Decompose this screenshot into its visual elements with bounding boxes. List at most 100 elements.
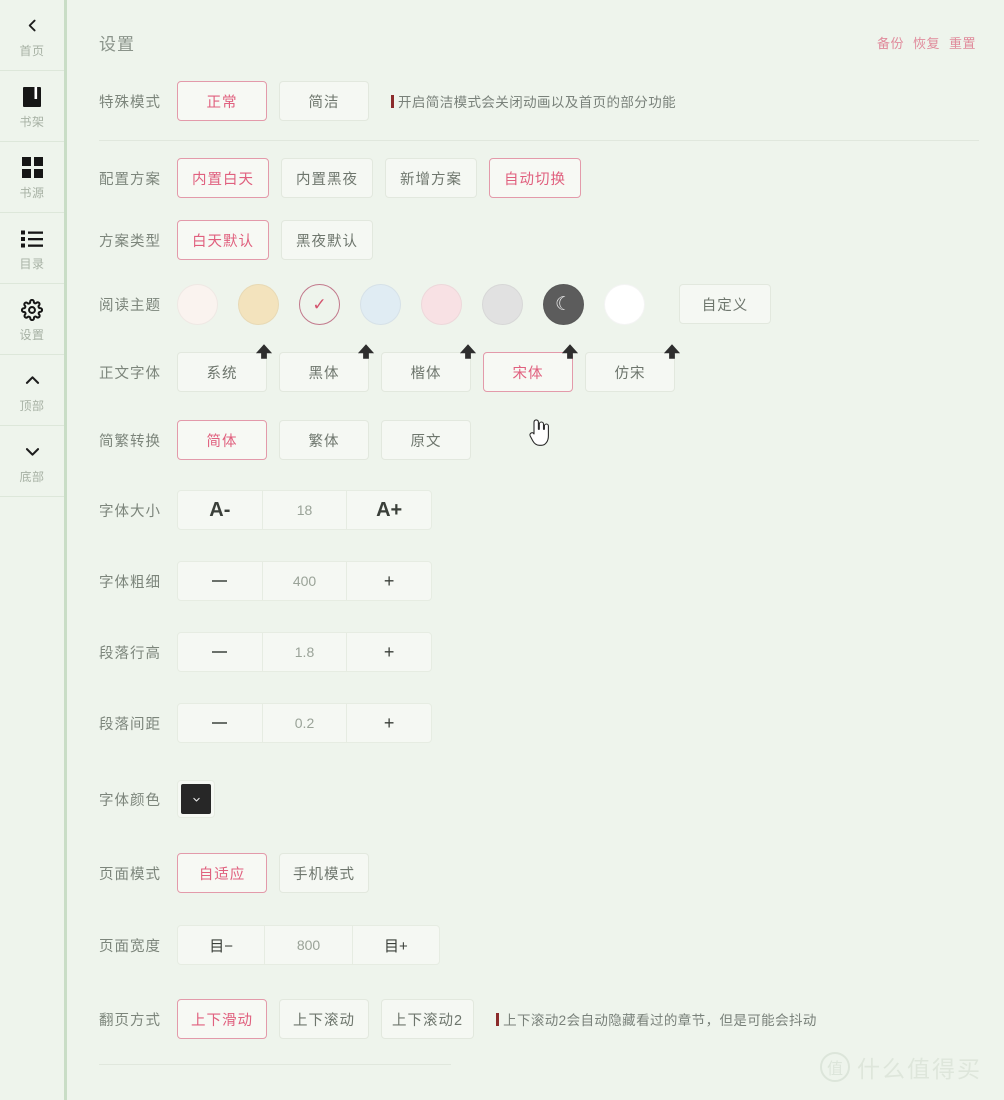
theme-swatch-gray[interactable]	[482, 283, 523, 325]
section-divider	[99, 140, 979, 141]
body-font-songti-button[interactable]: 宋体	[483, 343, 579, 392]
body-font-label: 楷体	[410, 365, 442, 382]
reset-link[interactable]: 重置	[949, 33, 976, 52]
theme-swatch-dark[interactable]: ☾	[543, 283, 584, 325]
font-color-swatch-button[interactable]	[177, 780, 215, 818]
theme-swatch-blue[interactable]	[360, 283, 401, 325]
simp-trad-options: 简体 繁体 原文	[177, 420, 471, 460]
row-para-spacing: 段落间距 0.2 +	[99, 700, 980, 746]
body-font-label: 系统	[206, 365, 238, 382]
font-size-stepper: A- 18 A+	[177, 490, 432, 530]
row-page-turn: 翻页方式 上下滑动 上下滚动 上下滚动2 上下滚动2会自动隐藏看过的章节，但是可…	[99, 996, 980, 1042]
restore-link[interactable]: 恢复	[913, 33, 940, 52]
body-font-options: 系统 黑体 楷体 宋体 仿宋	[177, 343, 681, 392]
row-label: 简繁转换	[99, 433, 161, 450]
backup-link[interactable]: 备份	[877, 33, 904, 52]
page-mode-options: 自适应 手机模式	[177, 853, 369, 893]
scheme-type-day-default-button[interactable]: 白天默认	[177, 220, 269, 260]
sidebar-item-label: 设置	[19, 327, 45, 342]
config-scheme-options: 内置白天 内置黑夜 新增方案 自动切换	[177, 158, 581, 198]
plus-icon[interactable]: +	[347, 562, 431, 600]
para-spacing-stepper: 0.2 +	[177, 703, 432, 743]
theme-swatch-cream[interactable]	[177, 283, 218, 325]
row-body-font: 正文字体 系统 黑体 楷体 宋体 仿宋	[99, 343, 980, 395]
plus-icon[interactable]: +	[347, 704, 431, 742]
theme-swatch-pink[interactable]	[421, 283, 462, 325]
minus-icon[interactable]	[178, 633, 262, 671]
watermark-text: 什么值得买	[857, 1056, 982, 1082]
row-label: 字体大小	[99, 503, 161, 520]
minus-icon[interactable]	[178, 704, 262, 742]
config-scheme-builtin-day-button[interactable]: 内置白天	[177, 158, 269, 198]
body-font-kaiti-button[interactable]: 楷体	[381, 343, 477, 392]
special-mode-normal-button[interactable]: 正常	[177, 81, 267, 121]
sidebar-item-top[interactable]: 顶部	[0, 355, 64, 426]
cloud-upload-icon[interactable]	[458, 341, 478, 361]
font-size-value: 18	[261, 491, 348, 529]
special-mode-simple-button[interactable]: 简洁	[279, 81, 369, 121]
page-mode-adaptive-button[interactable]: 自适应	[177, 853, 267, 893]
page-width-value: 800	[264, 926, 353, 964]
sidebar-item-booksource[interactable]: 书源	[0, 142, 64, 213]
page-header: 设置 备份 恢复 重置	[99, 0, 980, 62]
page-turn-slide-button[interactable]: 上下滑动	[177, 999, 267, 1039]
minus-icon[interactable]	[178, 562, 262, 600]
sidebar-item-label: 目录	[19, 256, 45, 271]
row-label: 字体颜色	[99, 792, 161, 809]
chevron-down-icon	[20, 440, 44, 464]
row-font-weight: 字体粗细 400 +	[99, 558, 980, 604]
cloud-upload-icon[interactable]	[254, 341, 274, 361]
sidebar-item-toc[interactable]: 目录	[0, 213, 64, 284]
page-turn-scroll2-button[interactable]: 上下滚动2	[381, 999, 475, 1039]
bottom-divider	[99, 1064, 451, 1065]
settings-main: 设置 备份 恢复 重置 特殊模式 正常 简洁 开启简洁模式会关闭动画以及首页的部…	[67, 0, 1004, 1100]
config-scheme-builtin-night-button[interactable]: 内置黑夜	[281, 158, 373, 198]
hint-text: 上下滚动2会自动隐藏看过的章节，但是可能会抖动	[503, 1013, 817, 1028]
sidebar-item-home[interactable]: 首页	[0, 0, 64, 71]
simp-trad-original-button[interactable]: 原文	[381, 420, 471, 460]
cloud-upload-icon[interactable]	[662, 341, 682, 361]
width-increase-icon[interactable]: 目+	[353, 926, 439, 964]
font-increase-icon[interactable]: A+	[347, 491, 431, 529]
row-config-scheme: 配置方案 内置白天 内置黑夜 新增方案 自动切换	[99, 155, 980, 201]
row-simp-trad: 简繁转换 简体 繁体 原文	[99, 417, 980, 463]
body-font-system-button[interactable]: 系统	[177, 343, 273, 392]
row-label: 特殊模式	[99, 94, 161, 111]
chevron-down-icon	[192, 797, 200, 802]
width-decrease-icon[interactable]: 目−	[178, 926, 264, 964]
row-label: 段落行高	[99, 645, 161, 662]
font-decrease-icon[interactable]: A-	[178, 491, 262, 529]
theme-swatch-green-selected[interactable]: ✓	[299, 283, 340, 325]
cloud-upload-icon[interactable]	[560, 341, 580, 361]
page-mode-mobile-button[interactable]: 手机模式	[279, 853, 369, 893]
simp-trad-simplified-button[interactable]: 简体	[177, 420, 267, 460]
plus-icon[interactable]: +	[347, 633, 431, 671]
sidebar-item-label: 顶部	[19, 398, 45, 413]
row-label: 方案类型	[99, 233, 161, 250]
row-label: 翻页方式	[99, 1012, 161, 1029]
row-label: 配置方案	[99, 171, 161, 188]
sidebar-item-label: 首页	[19, 43, 45, 58]
body-font-fangsong-button[interactable]: 仿宋	[585, 343, 681, 392]
sidebar-item-bookshelf[interactable]: 书架	[0, 71, 64, 142]
body-font-heiti-button[interactable]: 黑体	[279, 343, 375, 392]
config-scheme-add-button[interactable]: 新增方案	[385, 158, 477, 198]
scheme-type-night-default-button[interactable]: 黑夜默认	[281, 220, 373, 260]
body-font-label: 宋体	[512, 365, 544, 382]
theme-swatch-beige[interactable]	[238, 283, 279, 325]
cloud-upload-icon[interactable]	[356, 341, 376, 361]
page-turn-scroll-button[interactable]: 上下滚动	[279, 999, 369, 1039]
reading-theme-swatches: ✓ ☾ 自定义	[177, 283, 771, 325]
row-special-mode: 特殊模式 正常 简洁 开启简洁模式会关闭动画以及首页的部分功能	[99, 78, 980, 124]
body-font-label: 黑体	[308, 365, 340, 382]
page-turn-options: 上下滑动 上下滚动 上下滚动2 上下滚动2会自动隐藏看过的章节，但是可能会抖动	[177, 999, 817, 1039]
moon-icon: ☾	[554, 293, 573, 315]
theme-custom-button[interactable]: 自定义	[679, 284, 771, 324]
config-scheme-auto-switch-button[interactable]: 自动切换	[489, 158, 581, 198]
simp-trad-traditional-button[interactable]: 繁体	[279, 420, 369, 460]
page-width-stepper: 目− 800 目+	[177, 925, 440, 965]
sidebar-item-settings[interactable]: 设置	[0, 284, 64, 355]
sidebar-item-bottom[interactable]: 底部	[0, 426, 64, 497]
hint-text: 开启简洁模式会关闭动画以及首页的部分功能	[398, 95, 676, 110]
theme-swatch-white[interactable]	[604, 283, 645, 325]
